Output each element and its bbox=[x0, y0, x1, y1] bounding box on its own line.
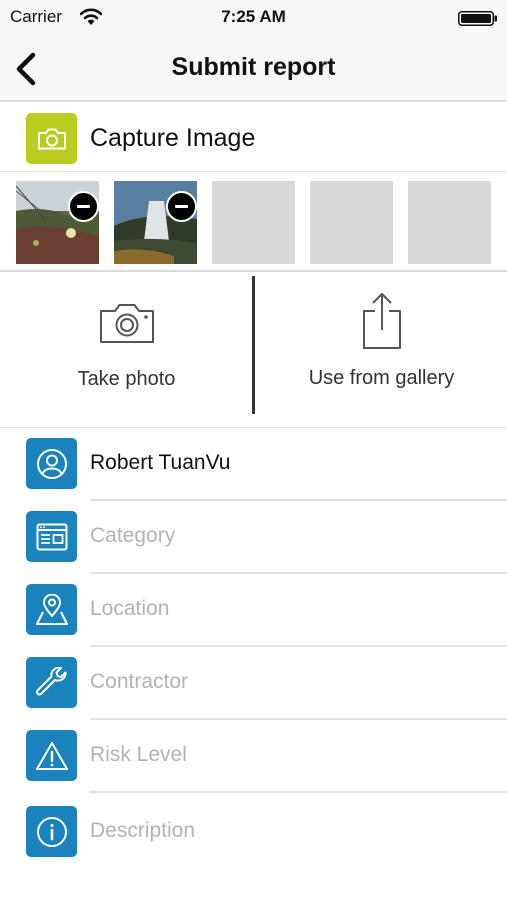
contractor-placeholder: Contractor bbox=[90, 670, 189, 693]
thumbnail-empty-slot[interactable] bbox=[310, 181, 393, 264]
description-icon-tile bbox=[26, 806, 77, 857]
location-icon-tile bbox=[26, 584, 77, 635]
category-placeholder: Category bbox=[90, 524, 176, 547]
thumbnail-empty-slot[interactable] bbox=[408, 181, 491, 264]
take-photo-button[interactable]: Take photo bbox=[0, 274, 253, 428]
use-from-gallery-label: Use from gallery bbox=[308, 367, 455, 389]
risk-level-field[interactable]: Risk Level bbox=[0, 720, 507, 793]
capture-icon-tile bbox=[26, 113, 77, 164]
page-title: Submit report bbox=[171, 53, 336, 81]
warning-icon bbox=[35, 741, 68, 770]
reporter-name-value: Robert TuanVu bbox=[90, 451, 231, 474]
share-icon bbox=[362, 293, 401, 349]
contractor-icon-tile bbox=[26, 657, 77, 708]
wrench-icon bbox=[35, 666, 66, 695]
use-from-gallery-button[interactable]: Use from gallery bbox=[256, 274, 507, 428]
navigation-bar: Submit report bbox=[0, 36, 507, 102]
location-field[interactable]: Location bbox=[0, 574, 507, 647]
photo-actions: Take photo Use from gallery bbox=[0, 274, 507, 428]
action-divider bbox=[252, 276, 255, 414]
risk-level-placeholder: Risk Level bbox=[90, 743, 187, 766]
category-icon bbox=[36, 523, 67, 550]
contractor-field[interactable]: Contractor bbox=[0, 647, 507, 720]
reporter-name-field[interactable]: Robert TuanVu bbox=[0, 428, 507, 501]
user-icon bbox=[36, 448, 67, 479]
category-icon-tile bbox=[26, 511, 77, 562]
location-pin-icon bbox=[35, 593, 68, 625]
category-field[interactable]: Category bbox=[0, 501, 507, 574]
battery-icon bbox=[458, 11, 497, 26]
thumbnail-photo[interactable] bbox=[16, 181, 99, 264]
thumbnail-empty-slot[interactable] bbox=[212, 181, 295, 264]
description-placeholder: Description bbox=[90, 819, 196, 842]
row-separator bbox=[90, 791, 507, 793]
remove-photo-button[interactable] bbox=[166, 191, 197, 222]
status-bar: Carrier 7:25 AM bbox=[0, 0, 507, 36]
capture-image-label: Capture Image bbox=[90, 124, 256, 152]
capture-image-header: Capture Image bbox=[0, 104, 507, 172]
take-photo-label: Take photo bbox=[77, 368, 176, 390]
status-time: 7:25 AM bbox=[221, 7, 286, 26]
remove-photo-button[interactable] bbox=[68, 191, 99, 222]
reporter-icon-tile bbox=[26, 438, 77, 489]
info-icon bbox=[36, 816, 67, 847]
risk-level-icon-tile bbox=[26, 730, 77, 781]
description-field[interactable]: Description bbox=[0, 796, 507, 869]
thumbnail-photo[interactable] bbox=[114, 181, 197, 264]
location-placeholder: Location bbox=[90, 597, 170, 620]
camera-icon bbox=[37, 128, 66, 149]
image-thumbnails bbox=[0, 172, 507, 272]
camera-outline-icon bbox=[99, 304, 154, 343]
